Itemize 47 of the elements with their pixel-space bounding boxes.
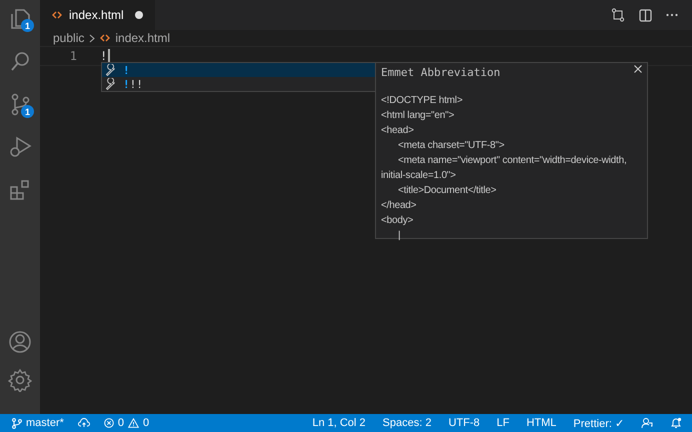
tab-label: index.html bbox=[69, 8, 124, 22]
compare-changes-icon[interactable] bbox=[611, 8, 625, 22]
extensions-icon[interactable] bbox=[8, 178, 32, 202]
code-line: </head> bbox=[381, 199, 418, 213]
status-item[interactable]: Ln 1, Col 2 bbox=[312, 417, 366, 429]
breadcrumb-item[interactable]: public bbox=[53, 31, 84, 45]
code-line: <body> bbox=[381, 214, 414, 228]
feedback-icon[interactable] bbox=[641, 417, 653, 429]
code-line: <meta name="viewport" content="width=device-width, initial-scale=1.0"> bbox=[381, 154, 628, 183]
status-item[interactable]: UTF-8 bbox=[448, 417, 480, 429]
error-icon[interactable] bbox=[104, 418, 114, 428]
code-line: <meta charset="UTF-8"> bbox=[397, 139, 506, 153]
status-item[interactable]: LF bbox=[496, 417, 510, 429]
wrench-icon bbox=[105, 64, 117, 76]
suggestion-item[interactable]: ! bbox=[102, 63, 376, 77]
code-line: <!DOCTYPE html> bbox=[381, 94, 464, 108]
warning-count[interactable]: 0 bbox=[143, 417, 150, 429]
status-item[interactable]: Prettier: ✓ bbox=[573, 416, 624, 430]
close-icon[interactable] bbox=[634, 65, 642, 73]
wrench-icon bbox=[105, 78, 117, 90]
branch-status[interactable]: master* bbox=[12, 417, 64, 429]
details-title: Emmet Abbreviation bbox=[381, 66, 500, 79]
code-line: <title>Document</title> bbox=[397, 184, 498, 198]
html-file-icon bbox=[52, 11, 62, 19]
code-line: | bbox=[397, 229, 402, 243]
notification-badge: 1 bbox=[21, 19, 34, 32]
error-count[interactable]: 0 bbox=[118, 417, 124, 429]
suggestion-item[interactable]: !!! bbox=[102, 77, 376, 91]
chevron-right-icon bbox=[89, 34, 96, 42]
editor-tab[interactable]: index.html bbox=[40, 0, 155, 30]
code-line: <head> bbox=[381, 124, 415, 138]
more-actions-icon[interactable] bbox=[666, 13, 678, 17]
split-editor-icon[interactable] bbox=[639, 8, 652, 22]
status-item[interactable]: Spaces: 2 bbox=[382, 417, 432, 429]
status-item[interactable]: HTML bbox=[526, 417, 556, 429]
line-number: 1 bbox=[68, 49, 78, 63]
breadcrumb-item[interactable]: index.html bbox=[115, 31, 170, 45]
notification-bell-icon[interactable] bbox=[670, 417, 682, 429]
cloud-upload-icon[interactable] bbox=[78, 418, 90, 428]
run-debug-icon[interactable] bbox=[8, 135, 32, 159]
notification-badge: 1 bbox=[21, 105, 34, 118]
branch-icon bbox=[12, 418, 22, 428]
html-file-icon bbox=[100, 34, 110, 42]
account-icon[interactable] bbox=[8, 330, 32, 354]
settings-icon[interactable] bbox=[8, 368, 32, 392]
code-line: <html lang="en"> bbox=[381, 109, 456, 123]
warning-icon[interactable] bbox=[128, 418, 140, 428]
